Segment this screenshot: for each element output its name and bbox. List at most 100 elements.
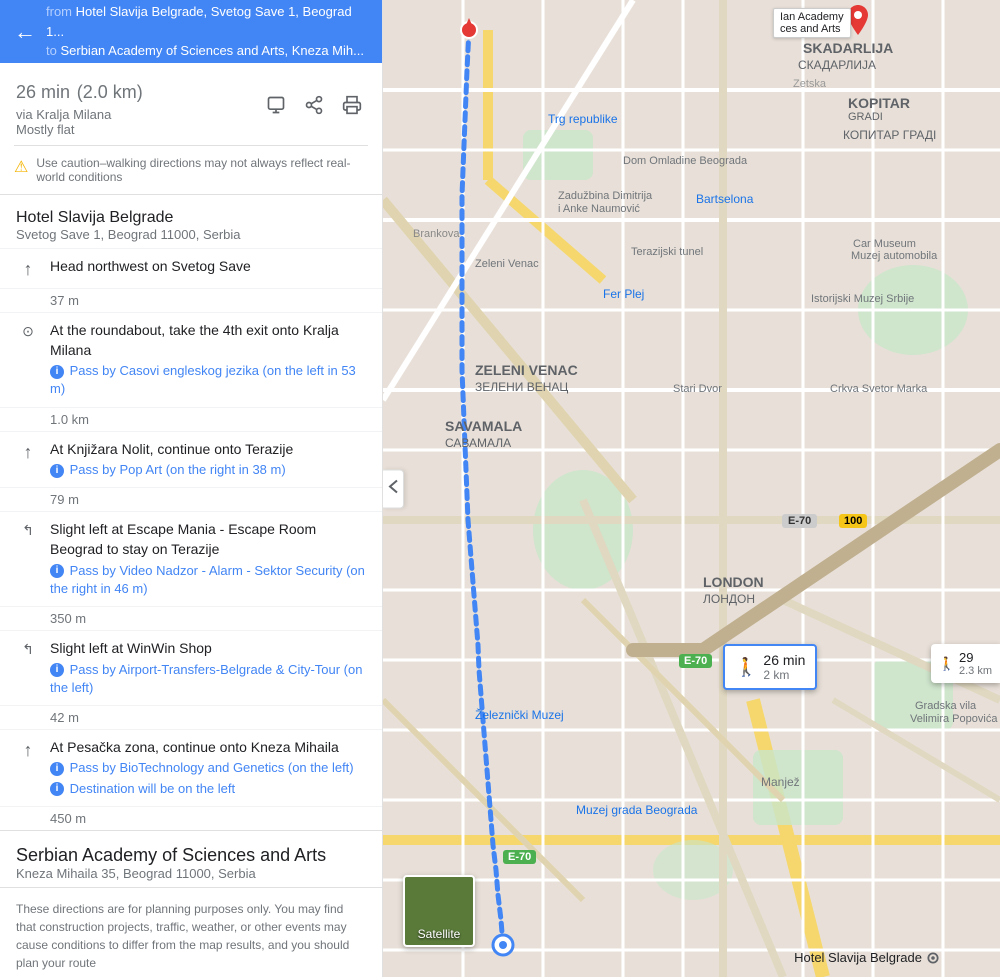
step-6-content: At Pesačka zona, continue onto Kneza Mih… (50, 738, 366, 798)
header: ← from Hotel Slavija Belgrade, Svetog Sa… (0, 0, 382, 63)
step-1-main: Head northwest on Svetog Save (50, 257, 366, 277)
label-e70-3: E-70 (503, 850, 536, 864)
chevron-left-icon (387, 478, 399, 494)
duration-info: 26 min (2.0 km) via Kralja Milana Mostly… (16, 77, 143, 137)
academy-label-text: Ian Academyces and Arts (780, 11, 844, 35)
step-5-info-text: Pass by Airport-Transfers-Belgrade & Cit… (50, 662, 362, 695)
info-icon: i (50, 365, 64, 379)
step-6: ↑ At Pesačka zona, continue onto Kneza M… (0, 729, 382, 806)
step-4: ↰ Slight left at Escape Mania - Escape R… (0, 511, 382, 606)
collapse-panel-button[interactable] (383, 469, 404, 508)
step-5: ↰ Slight left at WinWin Shop i Pass by A… (0, 630, 382, 705)
terrain-info: Mostly flat (16, 122, 143, 137)
label-100: 100 (839, 514, 867, 528)
map-svg (383, 0, 1000, 977)
duration-bar: 26 min (2.0 km) via Kralja Milana Mostly… (0, 63, 382, 145)
destination-header: Serbian Academy of Sciences and Arts Kne… (0, 830, 382, 887)
walk-icon: 🚶 (735, 657, 757, 678)
step-6-main: At Pesačka zona, continue onto Kneza Mih… (50, 738, 366, 758)
step-3-content: At Knjižara Nolit, continue onto Terazij… (50, 440, 366, 480)
step-2-info: i Pass by Casovi engleskog jezika (on th… (50, 362, 366, 398)
to-value: Serbian Academy of Sciences and Arts, Kn… (60, 43, 364, 58)
step-3-distance: 79 m (0, 487, 382, 511)
footer-note: These directions are for planning purpos… (0, 887, 382, 977)
satellite-label: Satellite (418, 927, 461, 941)
step-4-info-text: Pass by Video Nadzor - Alarm - Sektor Se… (50, 563, 365, 596)
info-icon-4: i (50, 564, 64, 578)
destination-pin-area (848, 5, 868, 35)
info-icon-3: i (50, 464, 64, 478)
hotel-label: Hotel Slavija Belgrade (794, 950, 940, 965)
academy-map-label: Ian Academyces and Arts (773, 8, 851, 38)
via-route: via Kralja Milana (16, 107, 143, 122)
destination-pin-icon (848, 5, 868, 35)
step-4-main: Slight left at Escape Mania - Escape Roo… (50, 520, 366, 559)
warning-text: Use caution–walking directions may not a… (36, 156, 368, 184)
from-value: Hotel Slavija Belgrade, Svetog Save 1, B… (46, 4, 352, 39)
step-5-main: Slight left at WinWin Shop (50, 639, 366, 659)
step-3-info-text: Pass by Pop Art (on the right in 38 m) (70, 462, 286, 477)
toolbar-icons (262, 91, 366, 124)
info-icon-6a: i (50, 762, 64, 776)
academy-label-area: Ian Academyces and Arts (773, 8, 851, 38)
step-2-info-text: Pass by Casovi engleskog jezika (on the … (50, 363, 356, 396)
step-6-info2: i Destination will be on the left (50, 780, 366, 798)
step-2: ⊙ At the roundabout, take the 4th exit o… (0, 312, 382, 407)
step-6-info1-text: Pass by BioTechnology and Genetics (on t… (70, 760, 354, 775)
back-button[interactable]: ← (14, 19, 36, 45)
duration-bubble2: 🚶 29 2.3 km (931, 644, 1000, 683)
bubble2-time: 29 (959, 650, 992, 665)
step-4-icon: ↰ (16, 522, 40, 539)
step-2-icon: ⊙ (16, 323, 40, 340)
step-4-content: Slight left at Escape Mania - Escape Roo… (50, 520, 366, 598)
duration-bubble: 🚶 26 min 2 km (723, 644, 817, 690)
step-5-icon: ↰ (16, 641, 40, 658)
warning-icon: ⚠ (14, 157, 28, 177)
origin-header: Hotel Slavija Belgrade Svetog Save 1, Be… (0, 194, 382, 248)
hotel-name: Hotel Slavija Belgrade (794, 950, 922, 965)
step-3-info: i Pass by Pop Art (on the right in 38 m) (50, 461, 366, 479)
step-6-info2-text: Destination will be on the left (70, 781, 235, 796)
to-label: to (46, 43, 57, 58)
duration-distance: (2.0 km) (77, 82, 143, 102)
step-6-icon: ↑ (16, 740, 40, 761)
destination-address: Kneza Mihaila 35, Beograd 11000, Serbia (16, 866, 366, 881)
step-1-icon: ↑ (16, 259, 40, 280)
bubble-distance: 2 km (763, 668, 805, 682)
step-6-distance: 450 m (0, 806, 382, 830)
satellite-button[interactable]: Satellite (403, 875, 475, 947)
info-icon-5: i (50, 663, 64, 677)
bubble2-dist: 2.3 km (959, 665, 992, 677)
step-2-main: At the roundabout, take the 4th exit ont… (50, 321, 366, 360)
label-e70-2: E-70 (679, 654, 712, 668)
destination-name: Serbian Academy of Sciences and Arts (16, 845, 366, 866)
step-5-content: Slight left at WinWin Shop i Pass by Air… (50, 639, 366, 697)
step-2-content: At the roundabout, take the 4th exit ont… (50, 321, 366, 399)
step-3: ↑ At Knjižara Nolit, continue onto Teraz… (0, 431, 382, 488)
step-1-content: Head northwest on Svetog Save (50, 257, 366, 277)
print-button[interactable] (338, 91, 366, 124)
share-button[interactable] (300, 91, 328, 124)
warning-box: ⚠ Use caution–walking directions may not… (14, 145, 368, 184)
step-4-info: i Pass by Video Nadzor - Alarm - Sektor … (50, 562, 366, 598)
route-summary: from Hotel Slavija Belgrade, Svetog Save… (46, 2, 368, 61)
step-3-main: At Knjižara Nolit, continue onto Terazij… (50, 440, 366, 460)
label-e70-1: E-70 (782, 514, 817, 528)
map-panel: SKADARLIJA СКАДАРЛИЈА KOPITAR GRADI КОПИ… (383, 0, 1000, 977)
step-5-distance: 42 m (0, 705, 382, 729)
step-3-icon: ↑ (16, 442, 40, 463)
directions-list: Hotel Slavija Belgrade Svetog Save 1, Be… (0, 194, 382, 977)
pin-button[interactable] (262, 91, 290, 124)
hotel-origin-icon (926, 951, 940, 965)
step-2-distance: 1.0 km (0, 407, 382, 431)
step-1: ↑ Head northwest on Svetog Save (0, 248, 382, 288)
origin-name: Hotel Slavija Belgrade (16, 209, 366, 227)
from-label: from (46, 4, 72, 19)
bubble-time: 26 min (763, 652, 805, 668)
step-6-info1: i Pass by BioTechnology and Genetics (on… (50, 759, 366, 777)
directions-panel: ← from Hotel Slavija Belgrade, Svetog Sa… (0, 0, 383, 977)
step-1-distance: 37 m (0, 288, 382, 312)
walk-icon-2: 🚶 (939, 656, 955, 672)
origin-address: Svetog Save 1, Beograd 11000, Serbia (16, 227, 366, 242)
info-icon-6b: i (50, 782, 64, 796)
